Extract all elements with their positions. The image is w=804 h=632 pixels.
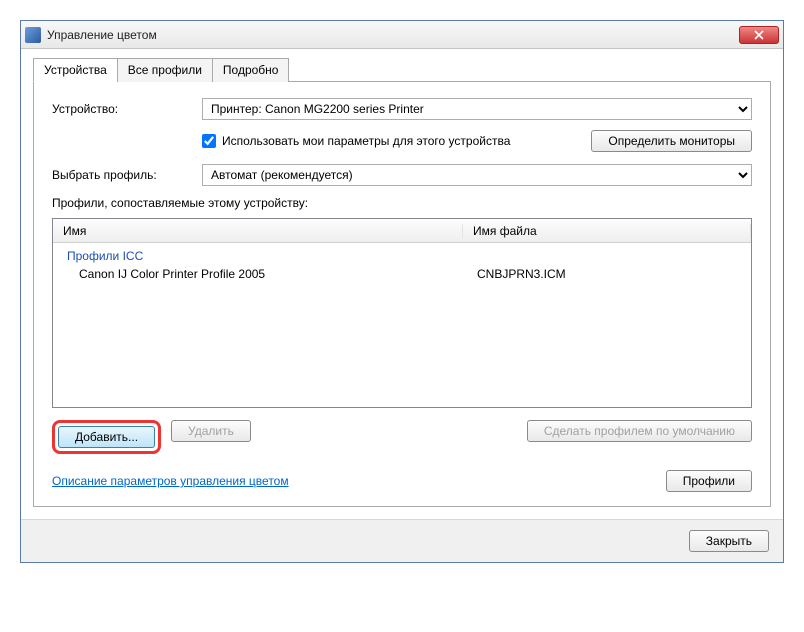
tab-strip: Устройства Все профили Подробно (33, 57, 771, 82)
use-my-settings-label[interactable]: Использовать мои параметры для этого уст… (202, 134, 581, 148)
set-default-button: Сделать профилем по умолчанию (527, 420, 752, 442)
add-button-highlight: Добавить... (52, 420, 161, 454)
list-group-icc: Профили ICC (53, 247, 751, 265)
close-button[interactable]: Закрыть (689, 530, 769, 552)
profiles-list-caption: Профили, сопоставляемые этому устройству… (52, 196, 752, 210)
device-label: Устройство: (52, 102, 202, 116)
tab-all-profiles[interactable]: Все профили (117, 58, 213, 82)
color-management-window: Управление цветом Устройства Все профили… (20, 20, 784, 563)
list-item[interactable]: Canon IJ Color Printer Profile 2005 CNBJ… (53, 265, 751, 283)
tab-devices[interactable]: Устройства (33, 58, 118, 82)
content-area: Устройства Все профили Подробно Устройст… (21, 49, 783, 519)
profile-select-label: Выбрать профиль: (52, 168, 202, 182)
profile-file: CNBJPRN3.ICM (463, 267, 751, 281)
identify-monitors-button[interactable]: Определить мониторы (591, 130, 752, 152)
device-select[interactable]: Принтер: Canon MG2200 series Printer (202, 98, 752, 120)
tab-advanced[interactable]: Подробно (212, 58, 290, 82)
profile-select[interactable]: Автомат (рекомендуется) (202, 164, 752, 186)
help-link[interactable]: Описание параметров управления цветом (52, 474, 289, 488)
profile-name: Canon IJ Color Printer Profile 2005 (53, 267, 463, 281)
bottom-bar: Закрыть (21, 519, 783, 562)
titlebar[interactable]: Управление цветом (21, 21, 783, 49)
col-header-file[interactable]: Имя файла (463, 224, 751, 238)
profiles-button[interactable]: Профили (666, 470, 752, 492)
col-header-name[interactable]: Имя (53, 224, 463, 238)
remove-button: Удалить (171, 420, 251, 442)
tab-body: Устройство: Принтер: Canon MG2200 series… (33, 82, 771, 507)
app-icon (25, 27, 41, 43)
window-title: Управление цветом (47, 28, 739, 42)
close-icon[interactable] (739, 26, 779, 44)
add-button[interactable]: Добавить... (58, 426, 155, 448)
listview-header: Имя Имя файла (53, 219, 751, 243)
use-my-settings-checkbox[interactable] (202, 134, 216, 148)
profiles-listview[interactable]: Имя Имя файла Профили ICC Canon IJ Color… (52, 218, 752, 408)
